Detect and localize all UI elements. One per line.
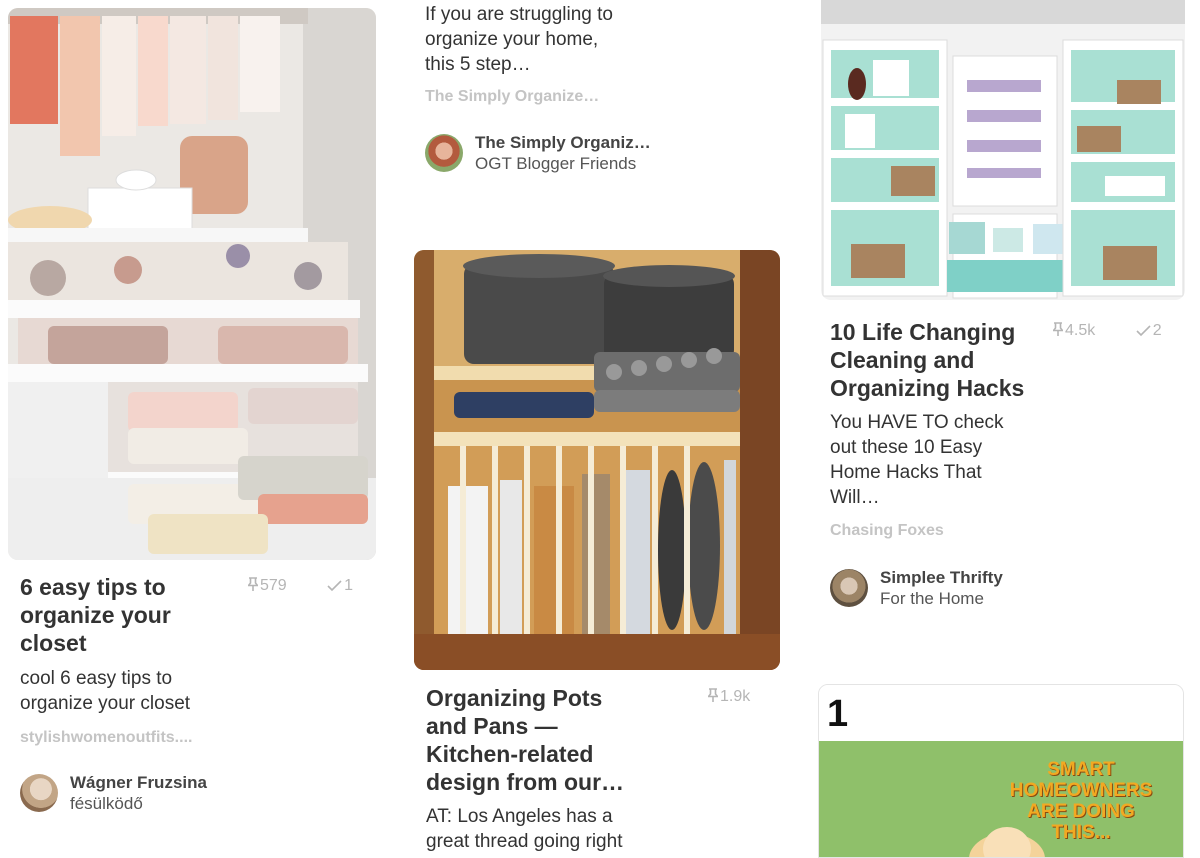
green-sign: SMART HOMEOWNERS ARE DOING THIS...	[819, 741, 1183, 857]
pin-title[interactable]: 10 Life Changing Cleaning and Organizing…	[830, 318, 1060, 402]
number-banner: 1	[819, 685, 1183, 741]
pin-card-cleaning-hacks[interactable]: 10 Life Changing Cleaning and Organizing…	[815, 0, 1200, 640]
like-count[interactable]: 1	[327, 577, 371, 594]
pinner-name[interactable]: Wágner Fruzsina	[70, 772, 207, 793]
like-count-value: 2	[1152, 322, 1162, 339]
pin-description-line: cool 6 easy tips to	[20, 668, 173, 689]
board-name[interactable]: fésülködő	[70, 793, 207, 814]
pin-description-line: Home Hacks That	[830, 462, 982, 483]
pin-description-line: Will…	[830, 487, 880, 508]
pin-image-cleaning-hacks[interactable]	[821, 0, 1185, 300]
pin-stats: 4.5k 2	[1051, 322, 1198, 340]
sign-text-line: HOMEOWNERS	[1009, 780, 1153, 801]
pinner-name[interactable]: Simplee Thrifty	[880, 567, 1003, 588]
pin-description-line: out these 10 Easy	[830, 437, 983, 458]
pin-description-line: this 5 step…	[425, 54, 531, 75]
pinner-attribution[interactable]: The Simply Organiz… OGT Blogger Friends	[425, 132, 651, 174]
pin-title-line: Cleaning and	[830, 347, 975, 373]
pin-title[interactable]: 6 easy tips to organize your closet	[20, 573, 240, 657]
pin-title[interactable]: Organizing Pots and Pans — Kitchen-relat…	[426, 684, 676, 796]
pinner-attribution[interactable]: Wágner Fruzsina fésülködő	[20, 772, 207, 814]
pin-card-closet[interactable]: 6 easy tips to organize your closet 579 …	[0, 0, 390, 858]
pin-title-line: design from our…	[426, 769, 625, 795]
image-number: 1	[827, 693, 849, 735]
repin-count-value: 1.9k	[720, 688, 751, 705]
pin-stats: 579 1	[246, 577, 389, 595]
pin-stats: 1.9k	[706, 688, 786, 706]
pin-title-line: Kitchen-related	[426, 741, 594, 767]
repin-count[interactable]: 1.9k	[706, 688, 768, 705]
pin-description-line: organize your home,	[425, 29, 599, 50]
repin-count[interactable]: 4.5k	[1051, 322, 1118, 339]
pushpin-icon	[1051, 322, 1065, 336]
board-name[interactable]: For the Home	[880, 588, 1003, 609]
pin-description: You HAVE TO check out these 10 Easy Home…	[830, 410, 1070, 510]
pushpin-icon	[246, 577, 260, 591]
pin-description-line: organize your closet	[20, 693, 191, 714]
pin-description: If you are struggling to organize your h…	[425, 2, 725, 77]
sign-text-line: SMART	[1047, 759, 1115, 780]
pushpin-icon	[706, 688, 720, 702]
pin-source-link[interactable]: Chasing Foxes	[830, 522, 944, 540]
board-name[interactable]: OGT Blogger Friends	[475, 153, 651, 174]
sign-text-line: ARE DOING	[1027, 801, 1135, 822]
pin-image-pots-pans[interactable]	[414, 250, 780, 670]
pin-title-line: 10 Life Changing	[830, 319, 1016, 345]
check-icon	[1136, 325, 1151, 337]
like-count[interactable]: 2	[1136, 322, 1180, 339]
avatar[interactable]	[425, 134, 463, 172]
pin-title-line: organize your	[20, 602, 171, 628]
pin-description-line: great thread going right	[426, 831, 623, 852]
avatar[interactable]	[20, 774, 58, 812]
avatar[interactable]	[830, 569, 868, 607]
pinner-attribution[interactable]: Simplee Thrifty For the Home	[830, 567, 1003, 609]
pin-title-line: Organizing Hacks	[830, 375, 1025, 401]
pin-description: AT: Los Angeles has a great thread going…	[426, 804, 726, 854]
pin-title-line: Organizing Pots	[426, 685, 603, 711]
pin-image-closet[interactable]	[8, 8, 376, 560]
sign-text: SMART HOMEOWNERS ARE DOING THIS...	[981, 759, 1181, 843]
sign-text-line: THIS...	[1051, 822, 1111, 843]
pin-title-line: 6 easy tips to	[20, 574, 166, 600]
pin-description-line: You HAVE TO check	[830, 412, 1004, 433]
kitchen-cabinet-illustration	[414, 250, 780, 670]
pin-description: cool 6 easy tips to organize your closet	[20, 666, 280, 716]
pin-card-pots-pans[interactable]: Organizing Pots and Pans — Kitchen-relat…	[410, 248, 800, 858]
pinner-name[interactable]: The Simply Organiz…	[475, 132, 651, 153]
pin-title-line: and Pans —	[426, 713, 558, 739]
closet-illustration	[8, 8, 376, 560]
like-count-value: 1	[344, 577, 354, 594]
repin-count-value: 579	[260, 577, 287, 594]
pin-description-line: If you are struggling to	[425, 4, 613, 25]
pin-image-smart-homeowners[interactable]: 1 SMART HOMEOWNERS ARE DOING THIS...	[818, 684, 1184, 858]
repin-count-value: 4.5k	[1065, 322, 1096, 339]
repin-count[interactable]: 579	[246, 577, 309, 594]
pin-card-simply-organized[interactable]: If you are struggling to organize your h…	[410, 0, 800, 240]
check-icon	[327, 580, 342, 592]
bookshelf-illustration	[821, 0, 1185, 300]
pin-card-smart-homeowners[interactable]: 1 SMART HOMEOWNERS ARE DOING THIS...	[818, 684, 1186, 858]
pin-description-line: AT: Los Angeles has a	[426, 806, 613, 827]
pin-source-link[interactable]: The Simply Organize…	[425, 88, 599, 106]
pin-source-link[interactable]: stylishwomenoutfits....	[20, 729, 192, 747]
pin-title-line: closet	[20, 630, 87, 656]
